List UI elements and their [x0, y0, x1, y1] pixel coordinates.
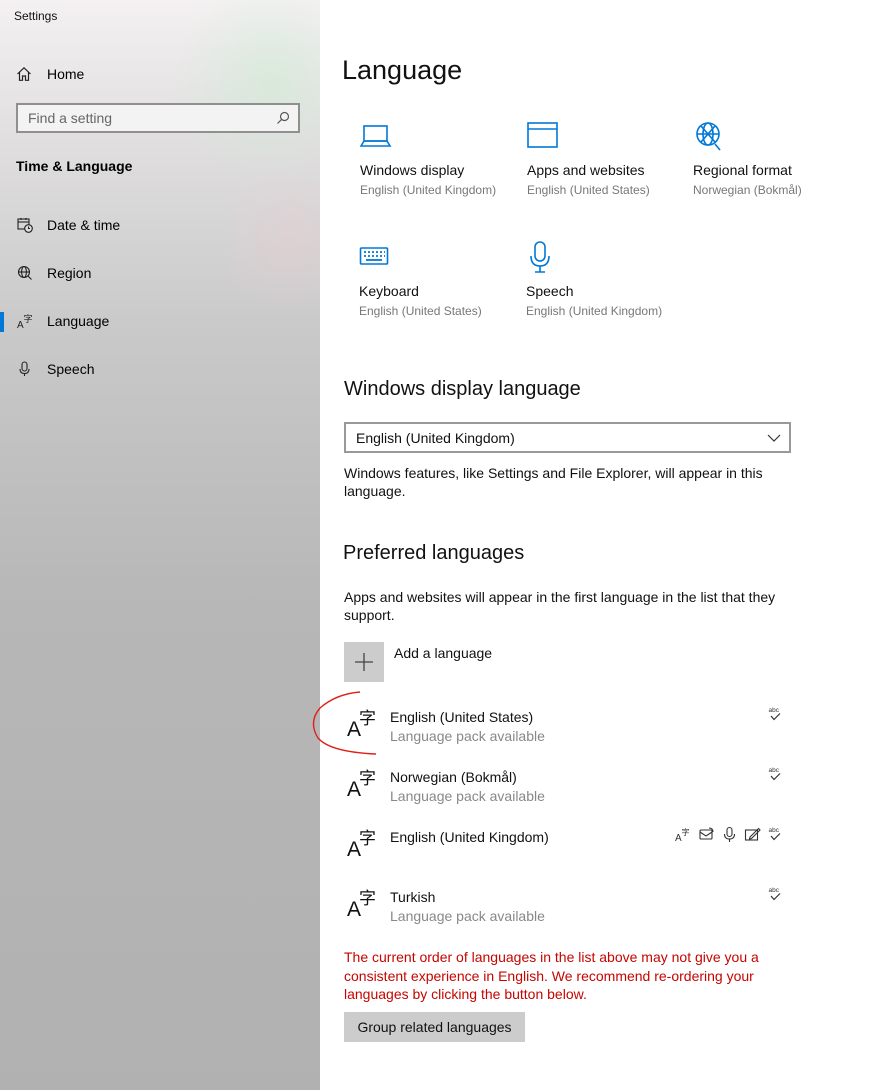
tile-name: Speech	[526, 283, 574, 299]
language-name: English (United States)	[390, 709, 534, 725]
language-features: abc	[767, 766, 784, 783]
language-name: Turkish	[390, 889, 436, 905]
microphone-icon	[530, 241, 550, 273]
display-language-icon: A 字	[675, 827, 690, 843]
search-box[interactable]	[16, 103, 300, 133]
language-item[interactable]: A 字 Norwegian (Bokmål) Language pack ava…	[344, 766, 784, 822]
microphone-icon	[17, 361, 33, 377]
group-related-languages-button[interactable]: Group related languages	[344, 1012, 525, 1042]
sidebar-item-date-time[interactable]: Date & time	[0, 205, 320, 245]
tile-value: Norwegian (Bokmål)	[693, 183, 802, 197]
svg-text:abc: abc	[769, 887, 780, 894]
display-language-dropdown[interactable]: English (United Kingdom)	[344, 422, 791, 453]
laptop-icon	[360, 125, 392, 147]
tile-value: English (United Kingdom)	[526, 304, 663, 318]
language-features: abc	[767, 886, 784, 903]
language-order-warning: The current order of languages in the li…	[344, 949, 759, 1002]
section-title: Time & Language	[16, 158, 133, 174]
search-icon[interactable]	[276, 111, 290, 125]
sidebar-item-speech[interactable]: Speech	[0, 349, 320, 389]
language-item[interactable]: A 字 English (United States) Language pac…	[344, 706, 784, 762]
sidebar-item-region[interactable]: Region	[0, 253, 320, 293]
tile-value: English (United Kingdom)	[360, 183, 497, 197]
add-language-label: Add a language	[394, 645, 493, 661]
language-status: Language pack available	[390, 908, 545, 924]
handwriting-icon	[744, 827, 761, 841]
app-title: Settings	[14, 9, 58, 23]
svg-text:字: 字	[359, 709, 376, 729]
language-icon: A 字	[347, 769, 376, 801]
svg-text:abc: abc	[769, 707, 780, 714]
sidebar: Settings Home Time & Language Date & tim…	[0, 0, 320, 1090]
svg-text:字: 字	[359, 889, 376, 909]
main-content: Language Windows display English (United…	[320, 0, 890, 1090]
tile-name: Keyboard	[359, 283, 419, 299]
spellcheck-icon: abc	[769, 887, 781, 901]
sidebar-item-label: Date & time	[47, 217, 121, 233]
tile-name: Windows display	[360, 162, 465, 178]
language-icon: A 字	[17, 313, 33, 329]
sidebar-item-label: Language	[47, 313, 110, 329]
tile-name: Regional format	[693, 162, 792, 178]
language-features: A 字 abc	[675, 826, 784, 843]
dropdown-value: English (United Kingdom)	[356, 429, 515, 446]
sidebar-item-language[interactable]: A 字 Language	[0, 301, 320, 341]
svg-text:字: 字	[24, 313, 33, 325]
language-name: English (United Kingdom)	[390, 829, 549, 845]
tile-speech[interactable]: Speech English (United Kingdom)	[526, 241, 686, 341]
language-name: Norwegian (Bokmål)	[390, 769, 517, 785]
language-status: Language pack available	[390, 788, 545, 804]
active-indicator	[0, 312, 4, 332]
spellcheck-icon: abc	[769, 707, 781, 721]
language-icon: A 字	[347, 889, 376, 921]
sidebar-item-label: Speech	[47, 361, 95, 377]
language-item[interactable]: A 字 English (United Kingdom) A 字 abc	[344, 826, 784, 882]
language-icon: A 字	[347, 829, 376, 861]
svg-text:字: 字	[682, 827, 690, 837]
home-link[interactable]: Home	[16, 63, 84, 85]
add-language-button[interactable]: Add a language	[344, 642, 492, 682]
speech-recognition-icon	[723, 826, 736, 842]
search-input[interactable]	[18, 109, 276, 127]
chevron-down-icon	[767, 434, 781, 442]
text-to-speech-icon	[699, 827, 714, 840]
svg-text:字: 字	[359, 829, 376, 849]
language-icon: A 字	[347, 709, 376, 741]
globe-region-icon	[17, 265, 33, 281]
keyboard-icon	[359, 247, 389, 265]
page-title: Language	[342, 55, 463, 85]
svg-text:字: 字	[359, 769, 376, 789]
plus-icon	[344, 642, 384, 682]
tile-windows-display[interactable]: Windows display English (United Kingdom)	[360, 120, 520, 220]
language-features: abc	[767, 706, 784, 723]
display-language-heading: Windows display language	[344, 378, 581, 400]
tile-keyboard[interactable]: Keyboard English (United States)	[359, 241, 519, 341]
preferred-languages-description: Apps and websites will appear in the fir…	[344, 589, 776, 623]
spellcheck-icon: abc	[769, 767, 781, 781]
svg-text:abc: abc	[769, 827, 780, 834]
spellcheck-icon: abc	[769, 827, 781, 841]
globe-format-icon	[696, 122, 721, 151]
home-icon	[17, 66, 31, 81]
svg-text:abc: abc	[769, 767, 780, 774]
tile-value: English (United States)	[359, 304, 482, 318]
language-status: Language pack available	[390, 728, 545, 744]
tile-regional-format[interactable]: Regional format Norwegian (Bokmål)	[693, 120, 853, 220]
home-label: Home	[47, 66, 85, 82]
tile-name: Apps and websites	[527, 162, 645, 178]
tile-value: English (United States)	[527, 183, 650, 197]
language-item[interactable]: A 字 Turkish Language pack available abc	[344, 886, 784, 942]
preferred-languages-heading: Preferred languages	[343, 542, 525, 564]
calendar-clock-icon	[17, 217, 33, 233]
tile-apps-and-websites[interactable]: Apps and websites English (United States…	[527, 120, 687, 220]
display-language-description: Windows features, like Settings and File…	[344, 465, 763, 499]
browser-window-icon	[527, 122, 558, 148]
sidebar-item-label: Region	[47, 265, 92, 281]
